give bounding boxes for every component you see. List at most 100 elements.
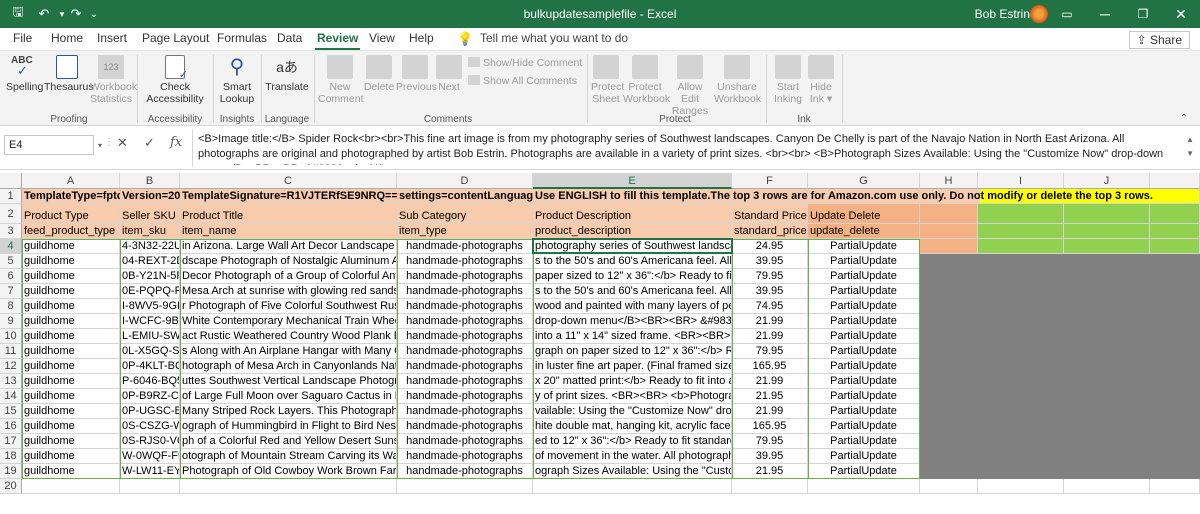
data-cell[interactable]: W-0WQF-F9 [120, 449, 180, 464]
previous-comment-button[interactable]: Previous [396, 55, 437, 93]
empty-cell[interactable] [732, 479, 808, 494]
data-cell[interactable]: I-WCFC-9B5 [120, 314, 180, 329]
data-cell[interactable]: handmade-photographs [397, 329, 533, 344]
user-avatar[interactable] [1030, 5, 1048, 23]
insert-function-icon[interactable]: fx [170, 135, 182, 150]
restore-button[interactable]: ❐ [1124, 0, 1162, 28]
data-cell[interactable]: guildhome [22, 299, 120, 314]
tell-me-search[interactable]: Tell me what you want to do [480, 31, 628, 45]
data-cell[interactable]: 21.99 [732, 314, 808, 329]
tab-home[interactable]: Home [51, 31, 83, 45]
data-cell[interactable]: 0L-X5GQ-S4D [120, 344, 180, 359]
close-button[interactable]: ✕ [1162, 0, 1200, 28]
select-all-corner[interactable] [0, 173, 22, 189]
start-inking-button[interactable]: Start Inking [772, 55, 804, 105]
column-header[interactable]: F [732, 173, 808, 189]
data-cell[interactable]: Mesa Arch at sunrise with glowing red sa… [180, 284, 397, 299]
show-hide-comment-button[interactable]: Show/Hide Comment [468, 57, 582, 69]
data-cell[interactable]: 0S-CSZG-WCS [120, 419, 180, 434]
data-cell[interactable]: of Large Full Moon over Saguaro Cactus i… [180, 389, 397, 404]
data-cell[interactable]: vailable: Using the "Customize Now" drop… [533, 404, 732, 419]
data-cell[interactable]: 165.95 [732, 419, 808, 434]
row-header[interactable]: 15 [0, 404, 22, 419]
data-cell[interactable]: 21.95 [732, 389, 808, 404]
data-cell[interactable]: dscape Photograph of Nostalgic Aluminum … [180, 254, 397, 269]
data-cell[interactable]: ed to 12" x 36":</b> Ready to fit standa… [533, 434, 732, 449]
data-cell[interactable]: PartialUpdate [808, 239, 920, 254]
cancel-entry-icon[interactable]: ✕ [117, 135, 128, 151]
empty-cell[interactable] [978, 239, 1064, 254]
protect-sheet-button[interactable]: Protect Sheet [591, 55, 624, 105]
unshare-workbook-button[interactable]: Unshare Workbook [714, 55, 761, 105]
data-cell[interactable]: PartialUpdate [808, 299, 920, 314]
delete-comment-button[interactable]: Delete [362, 55, 396, 93]
formula-bar-scroll[interactable]: ▲ ▼ [1186, 133, 1194, 161]
data-cell[interactable]: Decor Photograph of a Group of Colorful … [180, 269, 397, 284]
empty-cell[interactable] [920, 204, 978, 224]
ribbon-display-options-icon[interactable]: ▭ [1048, 0, 1086, 28]
data-cell[interactable]: handmade-photographs [397, 314, 533, 329]
tab-view[interactable]: View [369, 31, 395, 45]
data-cell[interactable]: guildhome [22, 329, 120, 344]
data-cell[interactable]: PartialUpdate [808, 269, 920, 284]
row-header[interactable]: 10 [0, 329, 22, 344]
data-cell[interactable]: x 20" matted print:</b> Ready to fit int… [533, 374, 732, 389]
data-cell[interactable]: y of print sizes. <BR><BR> <b>Photograph… [533, 389, 732, 404]
data-cell[interactable]: 39.95 [732, 254, 808, 269]
data-cell[interactable]: guildhome [22, 449, 120, 464]
tab-insert[interactable]: Insert [97, 31, 127, 45]
row-header[interactable]: 9 [0, 314, 22, 329]
data-cell[interactable]: PartialUpdate [808, 404, 920, 419]
data-cell[interactable]: White Contemporary Mechanical Train Whee… [180, 314, 397, 329]
data-cell[interactable]: PartialUpdate [808, 449, 920, 464]
data-cell[interactable]: r Photograph of Five Colorful Southwest … [180, 299, 397, 314]
data-cell[interactable]: of movement in the water. All photograph… [533, 449, 732, 464]
data-cell[interactable]: PartialUpdate [808, 434, 920, 449]
row-header[interactable]: 7 [0, 284, 22, 299]
empty-cell[interactable] [1150, 239, 1200, 254]
empty-cell[interactable] [920, 239, 978, 254]
column-title-cell[interactable]: Product Title [180, 204, 397, 224]
new-comment-button[interactable]: New Comment [318, 55, 364, 105]
column-header[interactable] [1150, 173, 1200, 189]
data-cell[interactable]: uttes Southwest Vertical Landscape Photo… [180, 374, 397, 389]
data-cell[interactable]: handmade-photographs [397, 269, 533, 284]
formula-input[interactable]: <B>Image title:</B> Spider Rock<br><br>T… [198, 132, 1176, 165]
data-cell[interactable]: 0S-RJS0-VO0 [120, 434, 180, 449]
workbook-statistics-button[interactable]: 123 Workbook Statistics [90, 55, 137, 105]
data-cell[interactable]: guildhome [22, 404, 120, 419]
field-name-cell[interactable]: item_type [397, 224, 533, 239]
data-cell[interactable]: guildhome [22, 314, 120, 329]
empty-cell[interactable] [1064, 204, 1150, 224]
data-cell[interactable]: 21.99 [732, 329, 808, 344]
data-cell[interactable]: guildhome [22, 269, 120, 284]
data-cell[interactable]: P-6046-BQ5 [120, 374, 180, 389]
data-cell[interactable]: PartialUpdate [808, 314, 920, 329]
row-header[interactable]: 14 [0, 389, 22, 404]
data-cell[interactable]: 0B-Y21N-5FIS [120, 269, 180, 284]
column-header[interactable]: E [533, 173, 732, 189]
data-cell[interactable]: handmade-photographs [397, 404, 533, 419]
empty-cell[interactable] [120, 479, 180, 494]
name-box-dropdown-icon[interactable]: ▾ [98, 141, 102, 150]
row-header[interactable]: 4 [0, 239, 22, 254]
data-cell[interactable]: PartialUpdate [808, 464, 920, 479]
data-cell[interactable]: handmade-photographs [397, 389, 533, 404]
data-cell[interactable]: paper sized to 12" x 36":</b> Ready to f… [533, 269, 732, 284]
row-header[interactable]: 5 [0, 254, 22, 269]
data-cell[interactable]: handmade-photographs [397, 284, 533, 299]
tab-formulas[interactable]: Formulas [217, 31, 267, 45]
data-cell[interactable]: s to the 50's and 60's Americana feel. A… [533, 284, 732, 299]
data-cell[interactable]: 79.95 [732, 434, 808, 449]
row-header[interactable]: 20 [0, 479, 22, 494]
data-cell[interactable]: s to the 50's and 60's Americana feel. A… [533, 254, 732, 269]
data-cell[interactable]: handmade-photographs [397, 449, 533, 464]
data-cell[interactable]: W-LW11-EYE [120, 464, 180, 479]
field-name-cell[interactable]: item_sku [120, 224, 180, 239]
data-cell[interactable]: handmade-photographs [397, 374, 533, 389]
data-cell[interactable]: handmade-photographs [397, 434, 533, 449]
user-name[interactable]: Bob Estrin [975, 7, 1030, 21]
data-cell[interactable]: 39.95 [732, 449, 808, 464]
data-cell[interactable]: guildhome [22, 419, 120, 434]
field-name-cell[interactable]: feed_product_type [22, 224, 120, 239]
